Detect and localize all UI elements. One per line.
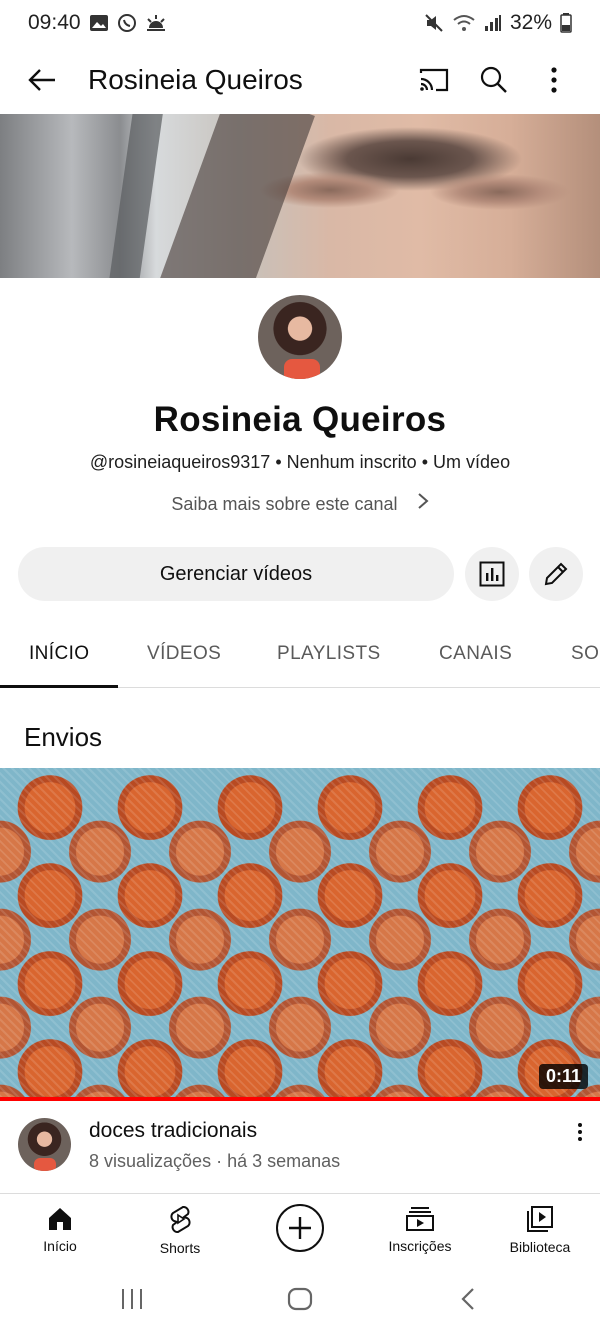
channel-handle: @rosineiaqueiros9317 — [89, 452, 271, 472]
channel-banner — [0, 114, 600, 278]
library-icon — [527, 1206, 553, 1232]
video-title[interactable]: doces tradicionais — [89, 1119, 257, 1143]
nav-label: Biblioteca — [509, 1239, 571, 1255]
analytics-icon — [479, 561, 505, 587]
tab-sobre[interactable]: SO — [571, 620, 599, 687]
tab-inicio[interactable]: INÍCIO — [29, 620, 89, 687]
nav-inscricoes[interactable]: Inscrições — [360, 1194, 480, 1266]
about-channel-label: Saiba mais sobre este canal — [171, 494, 398, 514]
status-time: 09:40 — [28, 11, 81, 34]
subscriber-count: Nenhum inscrito — [286, 452, 417, 472]
back-chevron-icon — [461, 1288, 474, 1310]
weather-icon — [146, 15, 165, 31]
nav-label: Inscrições — [388, 1238, 452, 1254]
subscriptions-icon — [406, 1207, 434, 1231]
recents-icon — [122, 1289, 142, 1309]
page-title: Rosineia Queiros — [88, 64, 303, 95]
status-bar: 09:40 32% — [0, 0, 600, 46]
create-plus-icon — [289, 1217, 311, 1239]
about-channel-link[interactable]: Saiba mais sobre este canal — [0, 492, 600, 515]
channel-avatar[interactable] — [258, 295, 342, 379]
bottom-nav: Início Shorts Inscrições Biblioteca — [0, 1193, 600, 1265]
signal-icon — [484, 15, 501, 31]
video-meta: 8 visualizações · há 3 semanas — [89, 1151, 340, 1172]
create-button[interactable] — [276, 1204, 324, 1252]
shorts-icon — [170, 1206, 191, 1233]
video-channel-avatar[interactable] — [18, 1118, 71, 1171]
system-nav-bar — [0, 1265, 600, 1333]
video-views: 8 visualizações — [89, 1151, 212, 1171]
watch-progress-bar — [0, 1097, 600, 1101]
home-system-button[interactable] — [280, 1281, 320, 1317]
back-button[interactable] — [16, 54, 68, 106]
nav-label: Shorts — [159, 1240, 201, 1256]
more-options-button[interactable] — [524, 54, 584, 106]
nav-shorts[interactable]: Shorts — [120, 1194, 240, 1266]
video-options-button[interactable] — [564, 1116, 596, 1148]
back-arrow-icon — [28, 69, 55, 91]
meta-separator: • — [421, 452, 429, 472]
chevron-right-icon — [417, 493, 429, 509]
battery-percent: 32% — [509, 11, 552, 34]
channel-tabs: INÍCIO VÍDEOS PLAYLISTS CANAIS SO — [0, 620, 600, 688]
gallery-icon — [89, 15, 108, 31]
wifi-icon — [453, 15, 475, 31]
manage-videos-button[interactable]: Gerenciar vídeos — [18, 547, 454, 601]
video-duration: 0:11 — [538, 1064, 588, 1089]
home-icon — [49, 1208, 71, 1230]
battery-icon — [560, 13, 572, 33]
recents-button[interactable] — [112, 1281, 152, 1317]
nav-biblioteca[interactable]: Biblioteca — [480, 1194, 600, 1266]
video-age: há 3 semanas — [227, 1151, 341, 1171]
channel-name: Rosineia Queiros — [153, 400, 447, 439]
tab-canais[interactable]: CANAIS — [439, 620, 512, 687]
app-bar: Rosineia Queiros — [0, 46, 600, 114]
more-vert-icon — [578, 1123, 582, 1141]
cast-button[interactable] — [404, 54, 464, 106]
search-button[interactable] — [464, 54, 524, 106]
nav-inicio[interactable]: Início — [0, 1194, 120, 1266]
mute-icon — [425, 14, 443, 32]
cast-icon — [419, 68, 449, 92]
video-count: Um vídeo — [433, 452, 511, 472]
section-title: Envios — [24, 722, 103, 752]
more-vert-icon — [551, 67, 557, 93]
tab-videos[interactable]: VÍDEOS — [147, 620, 221, 687]
analytics-button[interactable] — [465, 547, 519, 601]
active-tab-indicator — [0, 685, 118, 688]
search-icon — [480, 66, 507, 93]
nav-label: Início — [43, 1238, 77, 1254]
channel-meta: @rosineiaqueiros9317 • Nenhum inscrito •… — [0, 452, 600, 473]
video-thumbnail[interactable]: 0:11 — [0, 768, 600, 1097]
meta-separator: • — [275, 452, 282, 472]
edit-pencil-icon — [544, 562, 568, 586]
back-system-button[interactable] — [448, 1281, 488, 1317]
home-circle-icon — [287, 1287, 313, 1311]
tab-playlists[interactable]: PLAYLISTS — [277, 620, 381, 687]
edit-channel-button[interactable] — [529, 547, 583, 601]
meta-separator: · — [216, 1151, 223, 1171]
whatsapp-icon — [117, 14, 136, 32]
